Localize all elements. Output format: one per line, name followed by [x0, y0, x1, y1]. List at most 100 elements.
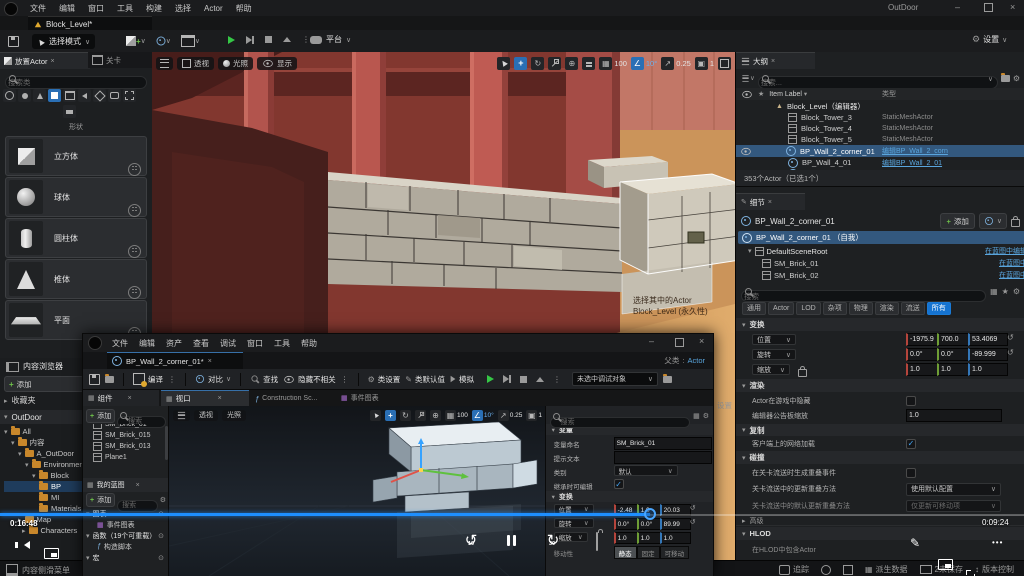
minimize-icon[interactable]: –	[955, 2, 960, 12]
camera-speed-control[interactable]: ▣1	[526, 410, 542, 421]
add-function-icon[interactable]: ⊙	[158, 532, 164, 540]
section-collision[interactable]: ▾碰撞	[736, 451, 1024, 464]
outliner-row[interactable]: BP_Wall_4_01 编辑BP_Wall_2_01	[736, 157, 1024, 168]
menu-tools[interactable]: 工具	[117, 3, 133, 14]
chip-general[interactable]: 通用	[742, 302, 766, 315]
bp-asset-tab[interactable]: BP_Wall_2_corner_01* ×	[107, 352, 243, 369]
gear-icon[interactable]: ⚙	[703, 412, 709, 420]
bp-component-row[interactable]: SM_Brick_015	[83, 430, 168, 441]
mobility-static[interactable]: 静态	[614, 546, 637, 559]
scrollbar[interactable]	[165, 426, 168, 460]
move-tool-icon[interactable]: +	[514, 57, 527, 70]
menu-window[interactable]: 窗口	[88, 3, 104, 14]
volumes-icon[interactable]	[108, 89, 121, 102]
grid-snap-control[interactable]: ▦100	[445, 410, 468, 421]
scale-dropdown[interactable]: 缩放∨	[752, 364, 790, 375]
scale-snap-control[interactable]: ↗0.25	[498, 410, 523, 421]
section-bp-transform[interactable]: ▾变换	[546, 491, 713, 502]
menu-select[interactable]: 选择	[175, 3, 191, 14]
play-options-icon[interactable]: ⋮	[553, 375, 561, 384]
recent-icon[interactable]	[3, 89, 16, 102]
settings-dropdown[interactable]: ⚙ 设置 ∨	[972, 34, 1007, 45]
platforms-dropdown[interactable]: 平台 ∨	[310, 34, 351, 45]
lights-icon[interactable]	[33, 89, 46, 102]
menu-actor[interactable]: Actor	[204, 4, 223, 13]
save-icon[interactable]	[8, 36, 19, 47]
add-content-button[interactable]: +添加	[4, 376, 84, 392]
minimize-icon[interactable]: –	[649, 336, 654, 346]
outliner-row[interactable]: Block_Tower_5 StaticMeshActor	[736, 134, 1024, 145]
bp-details-search[interactable]	[550, 411, 690, 422]
menu-help[interactable]: 帮助	[236, 3, 252, 14]
reset-icon[interactable]: ↺	[690, 518, 696, 526]
details-tree-root-row[interactable]: ▾ DefaultSceneRoot 在蓝图中编辑	[738, 245, 1024, 257]
mobility-movable[interactable]: 可移动	[660, 546, 690, 559]
perspective-dropdown[interactable]: 透视	[177, 57, 214, 70]
basic-icon[interactable]	[18, 89, 31, 102]
location-dropdown[interactable]: 位置∨	[752, 334, 796, 345]
surface-snap-icon[interactable]	[582, 57, 595, 70]
bp-menu-view[interactable]: 查看	[193, 338, 209, 349]
eject-icon[interactable]	[536, 377, 544, 382]
blueprint-create-button[interactable]: ∨	[156, 36, 171, 46]
select-tool-icon[interactable]	[370, 410, 381, 421]
scale-dropdown[interactable]: 缩放∨	[554, 532, 588, 542]
details-tree-comp-row[interactable]: SM_Brick_01 在蓝图中编辑	[738, 257, 1024, 269]
menu-build[interactable]: 构建	[146, 3, 162, 14]
display-options-icon[interactable]: ▦	[693, 412, 700, 420]
chip-rendering[interactable]: 渲染	[875, 302, 899, 315]
browse-icon[interactable]	[105, 376, 114, 383]
compile-button[interactable]: 编译	[133, 373, 163, 385]
menu-file[interactable]: 文件	[30, 3, 46, 14]
rotation-z-field[interactable]: 89.99	[660, 518, 691, 530]
location-dropdown[interactable]: 位置∨	[554, 504, 594, 514]
edit-in-blueprint-link[interactable]: 在蓝图中编辑	[985, 246, 1024, 256]
cinematic-icon[interactable]	[63, 89, 76, 102]
testing-icon[interactable]	[63, 105, 76, 118]
close-icon[interactable]: ×	[768, 199, 772, 206]
world-space-icon[interactable]: ⊕	[430, 410, 441, 421]
all-classes-icon[interactable]	[123, 89, 136, 102]
play-icon[interactable]	[487, 375, 494, 383]
place-search[interactable]	[5, 72, 147, 85]
maximize-icon[interactable]	[984, 3, 993, 12]
stop-icon[interactable]	[265, 36, 272, 43]
bp-viewport[interactable]: 透视 光照 + ↻ ⊕ ▦100 ∠10° ↗0.25 ▣1	[169, 406, 545, 576]
category-dropdown[interactable]: 默认∨	[614, 465, 678, 476]
bp-menu-help[interactable]: 帮助	[301, 338, 317, 349]
add-component-button[interactable]: +添加	[940, 213, 974, 229]
bp-add-component-button[interactable]: +添加	[86, 409, 115, 423]
outliner-column-header[interactable]: ★ Item Label ▾ 类型	[736, 88, 1024, 100]
functions-section[interactable]: ▾函数（19个可重载） ⊙	[83, 530, 168, 541]
outliner-row[interactable]: Block_Tower_3 StaticMeshActor	[736, 112, 1024, 123]
construction-script-row[interactable]: ƒ构造脚本	[83, 541, 168, 552]
tab-event-graph[interactable]: ▦ 事件图表	[335, 390, 411, 406]
gear-icon[interactable]: ⚙	[160, 496, 166, 504]
drag-handle-icon[interactable]	[128, 163, 141, 176]
hide-options-icon[interactable]: ⋮	[341, 375, 349, 384]
row-advanced[interactable]: ▸高级	[736, 515, 1024, 526]
chip-actor[interactable]: Actor	[768, 302, 794, 315]
content-drawer-button[interactable]: 内容侧滑菜单	[6, 564, 70, 576]
scale-lock-icon[interactable]	[798, 369, 807, 377]
tab-viewport[interactable]: ▦ 视口 ×	[161, 390, 249, 406]
favorites-row[interactable]: ▸ 收藏夹	[4, 395, 36, 406]
rotate-tool-icon[interactable]: ↻	[531, 57, 544, 70]
scale-z-field[interactable]: 1.0	[968, 363, 1008, 376]
status-icon[interactable]	[821, 565, 831, 575]
compile-options-icon[interactable]: ⋮	[168, 375, 176, 384]
location-z-field[interactable]: 20.03	[660, 504, 691, 516]
trace-button[interactable]: 追踪	[779, 564, 809, 575]
tab-level[interactable]: 关卡	[88, 52, 156, 68]
version-control-button[interactable]: ↕版本控制	[975, 564, 1014, 575]
bp-menu-window[interactable]: 窗口	[247, 338, 263, 349]
net-load-checkbox[interactable]: ✓	[906, 439, 916, 449]
scale-z-field[interactable]: 1.0	[660, 532, 691, 544]
diff-dropdown[interactable]: 对比∨	[195, 374, 231, 385]
drag-handle-icon[interactable]	[128, 204, 141, 217]
save-icon[interactable]	[89, 374, 100, 385]
viewport-options-icon[interactable]	[156, 57, 173, 70]
unsaved-button[interactable]: 2未保存	[920, 564, 963, 575]
reset-icon[interactable]: ↺	[690, 504, 696, 512]
place-item-cone[interactable]: 椎体	[5, 259, 147, 299]
